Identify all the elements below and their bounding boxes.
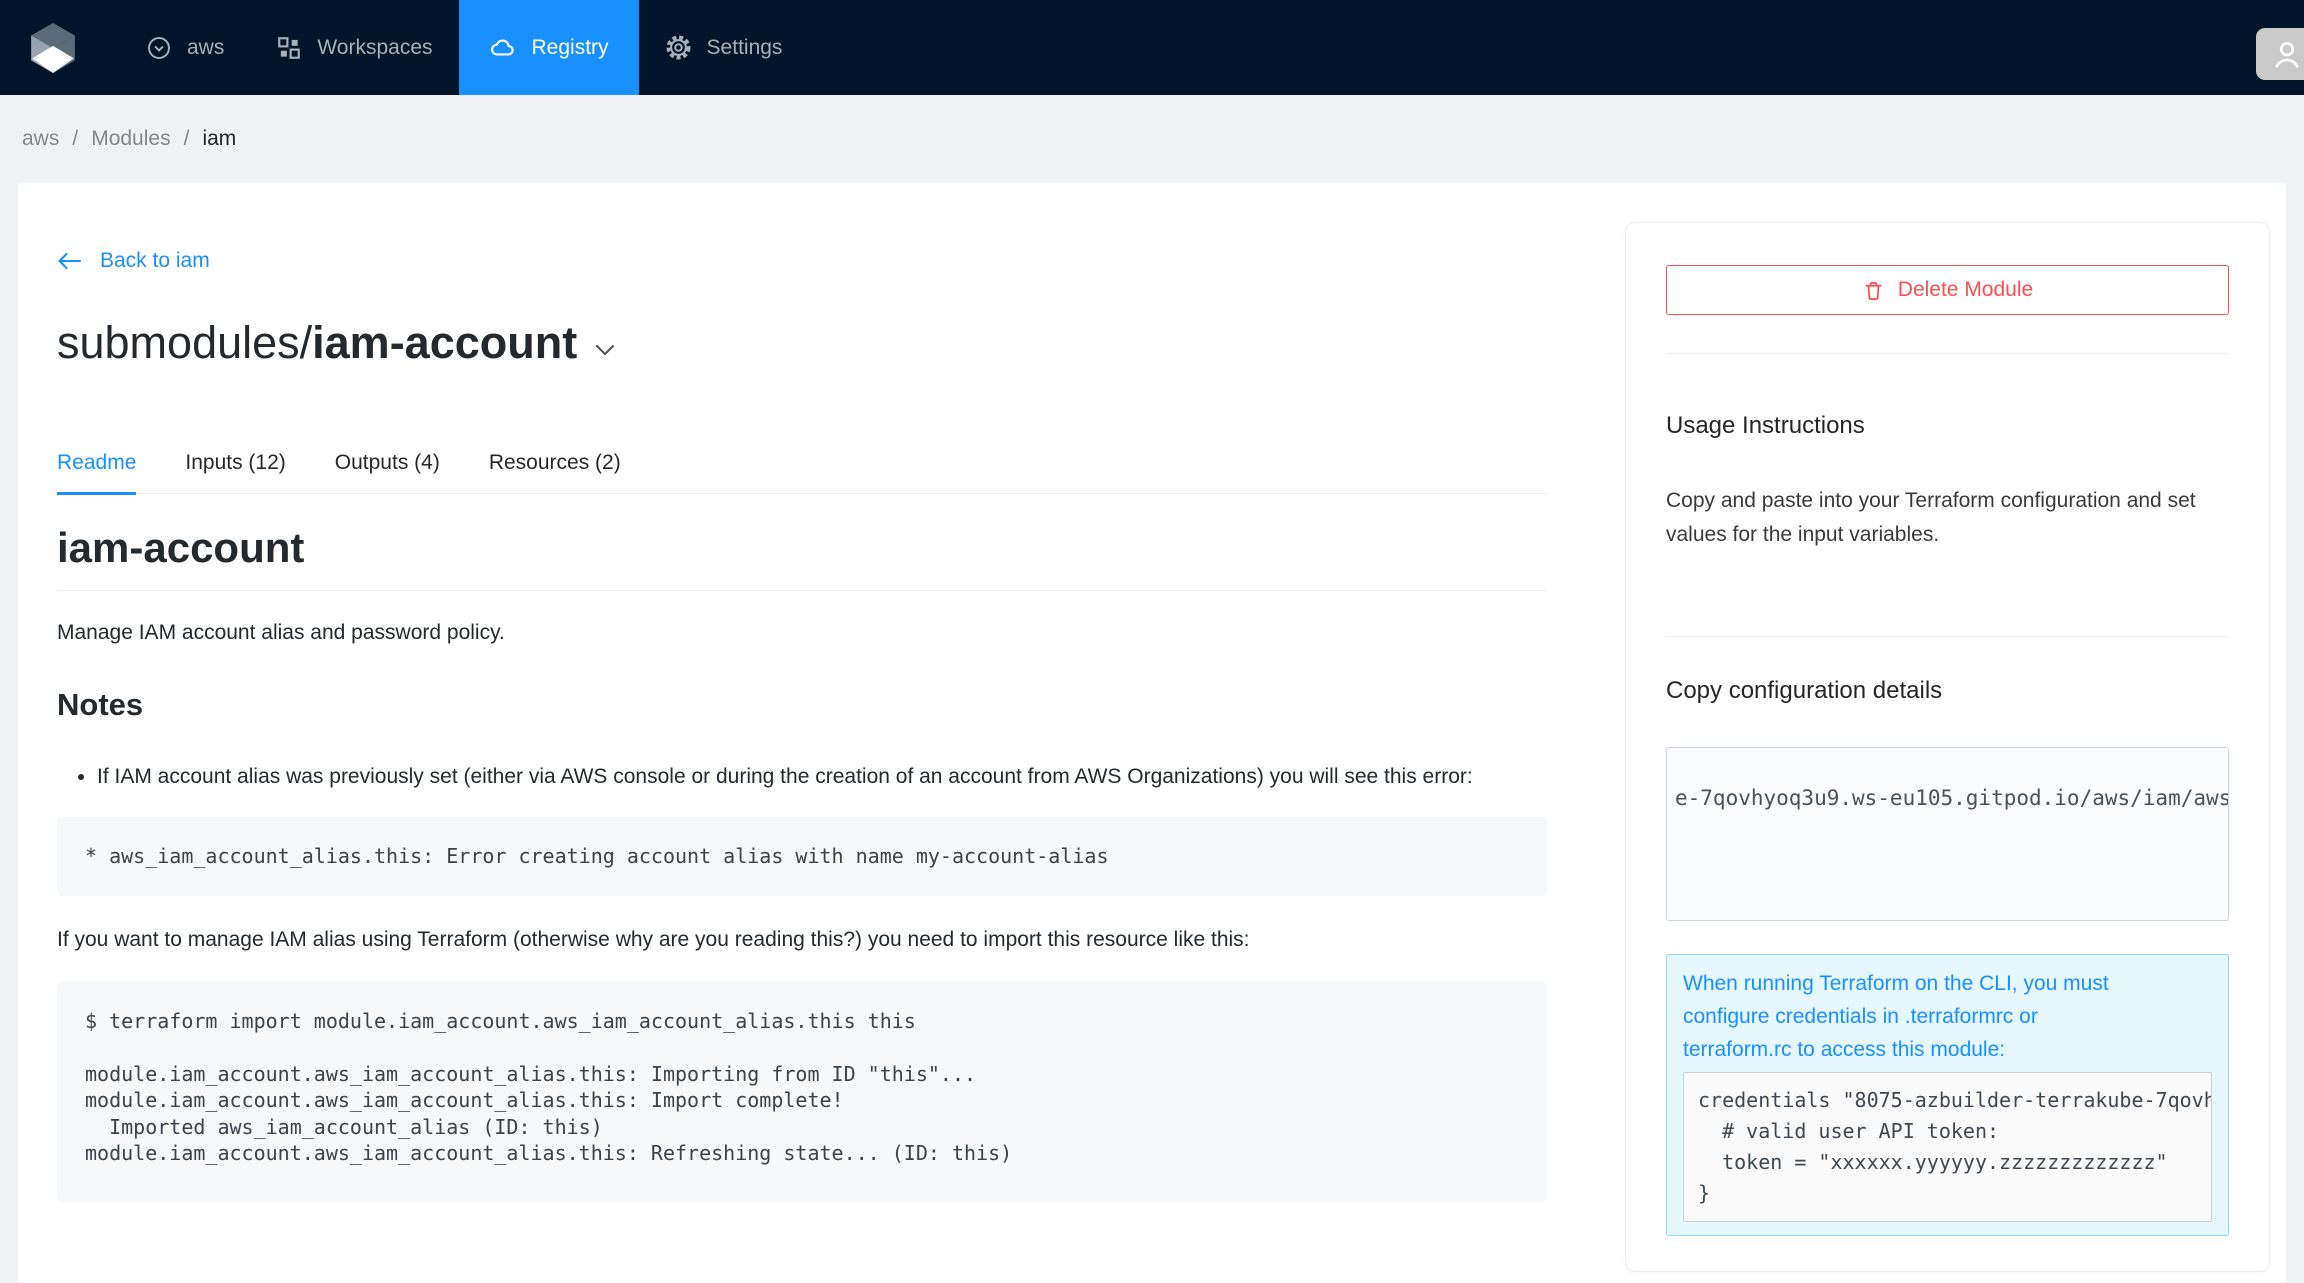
readme-import-paragraph: If you want to manage IAM alias using Te… <box>57 924 1547 956</box>
settings-gear-icon <box>665 34 692 61</box>
cli-credentials-info-box: When running Terraform on the CLI, you m… <box>1666 954 2229 1236</box>
sidebar-divider <box>1666 636 2229 637</box>
breadcrumb: aws / Modules / iam <box>0 95 2304 183</box>
registry-cloud-icon <box>489 34 517 62</box>
readme-notes-heading: Notes <box>57 687 1547 723</box>
module-detail-content: Back to iam submodules/iam-account Readm… <box>57 183 1547 1202</box>
delete-module-button[interactable]: Delete Module <box>1666 265 2229 315</box>
top-navbar: aws Workspaces Registry Settings <box>0 0 2304 95</box>
tab-outputs[interactable]: Outputs (4) <box>335 437 440 493</box>
nav-item-organization[interactable]: aws <box>120 0 250 95</box>
module-sidebar: Delete Module Usage Instructions Copy an… <box>1625 222 2270 1272</box>
copy-configuration-heading: Copy configuration details <box>1666 677 2229 705</box>
caret-down-icon[interactable] <box>595 344 615 357</box>
module-tabs: Readme Inputs (12) Outputs (4) Resources… <box>57 437 1547 494</box>
nav-item-label: aws <box>187 36 224 60</box>
readme-code-block-error: * aws_iam_account_alias.this: Error crea… <box>57 817 1547 896</box>
readme-description: Manage IAM account alias and password po… <box>57 617 1547 649</box>
nav-item-workspaces[interactable]: Workspaces <box>250 0 458 95</box>
main-content-card: Back to iam submodules/iam-account Readm… <box>18 183 2286 1283</box>
cli-credentials-note: When running Terraform on the CLI, you m… <box>1683 967 2212 1066</box>
main-navigation: aws Workspaces Registry Settings <box>120 0 808 95</box>
user-avatar-icon <box>2270 37 2304 71</box>
usage-instructions-text: Copy and paste into your Terraform confi… <box>1666 484 2229 552</box>
nav-item-registry[interactable]: Registry <box>459 0 639 95</box>
workspaces-grid-icon <box>276 35 302 61</box>
nav-item-label: Settings <box>707 36 783 60</box>
readme-heading: iam-account <box>57 524 1547 591</box>
terrakube-logo[interactable] <box>28 22 78 74</box>
breadcrumb-separator: / <box>72 127 78 151</box>
page-title-name: iam-account <box>312 317 577 369</box>
credentials-code-block: credentials "8075-azbuilder-terrakube-7q… <box>1683 1072 2212 1222</box>
breadcrumb-separator: / <box>184 127 190 151</box>
nav-item-label: Registry <box>532 36 609 60</box>
sidebar-divider <box>1666 353 2229 354</box>
breadcrumb-org[interactable]: aws <box>22 127 59 151</box>
delete-module-label: Delete Module <box>1898 278 2033 302</box>
nav-item-settings[interactable]: Settings <box>639 0 809 95</box>
readme-note-bullet: If IAM account alias was previously set … <box>97 761 1549 793</box>
back-arrow-icon <box>57 252 82 270</box>
org-down-circle-icon <box>146 35 172 61</box>
breadcrumb-current: iam <box>202 127 236 151</box>
tab-inputs[interactable]: Inputs (12) <box>185 437 285 493</box>
trash-icon <box>1862 279 1885 302</box>
back-link[interactable]: Back to iam <box>57 183 210 273</box>
breadcrumb-modules[interactable]: Modules <box>91 127 170 151</box>
user-avatar[interactable] <box>2256 28 2304 80</box>
tab-readme[interactable]: Readme <box>57 437 136 493</box>
tab-resources[interactable]: Resources (2) <box>489 437 621 493</box>
page-title: submodules/iam-account <box>57 317 1547 369</box>
readme-code-block-import: $ terraform import module.iam_account.aw… <box>57 982 1547 1202</box>
usage-instructions-heading: Usage Instructions <box>1666 412 2229 440</box>
back-link-label: Back to iam <box>100 249 210 273</box>
module-source-textarea[interactable]: e-7qovhyoq3u9.ws-eu105.gitpod.io/aws/iam… <box>1666 747 2229 921</box>
page-title-prefix: submodules/ <box>57 317 312 369</box>
nav-item-label: Workspaces <box>317 36 432 60</box>
readme-notes-list: If IAM account alias was previously set … <box>57 761 1547 793</box>
